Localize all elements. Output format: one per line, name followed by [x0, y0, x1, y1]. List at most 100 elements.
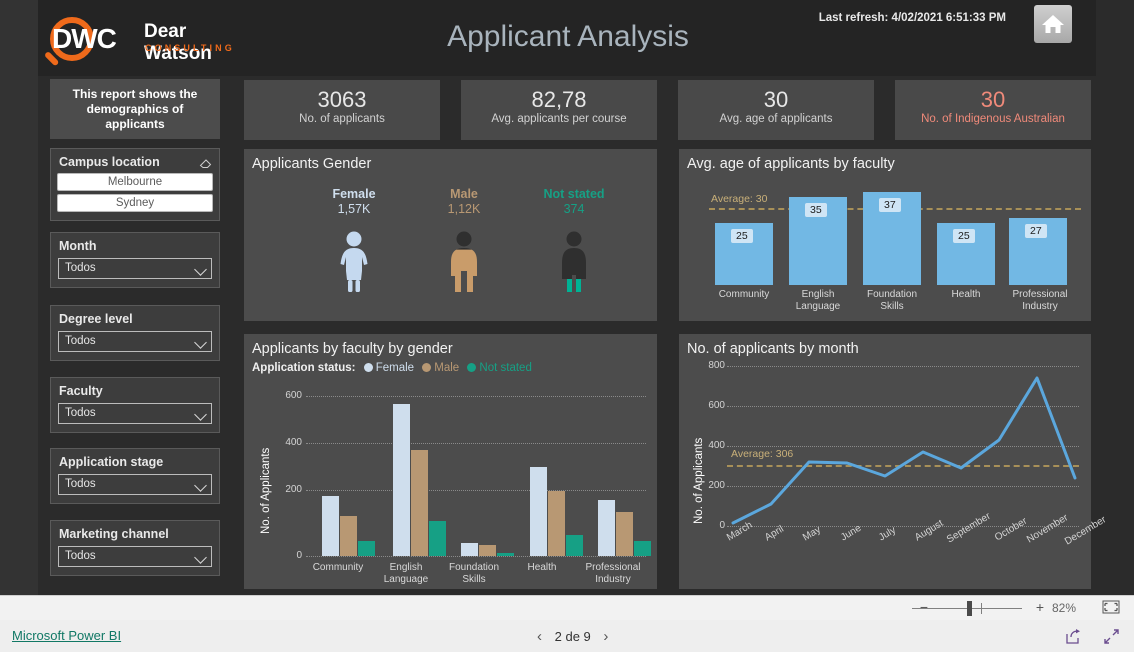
- legend-item-male[interactable]: Male: [422, 362, 462, 374]
- bar-health-female[interactable]: [530, 467, 547, 556]
- fit-to-page-icon: [1102, 600, 1120, 614]
- chevron-down-icon: [194, 408, 207, 421]
- bar-community-not-stated[interactable]: [358, 541, 375, 556]
- bar-foundation-male[interactable]: [479, 545, 496, 556]
- chevron-down-icon: [194, 551, 207, 564]
- campus-option-sydney[interactable]: Sydney: [57, 194, 213, 212]
- bar-health-not-stated[interactable]: [566, 535, 583, 556]
- slicer-marketing-channel-title: Marketing channel: [59, 527, 169, 541]
- next-page-button[interactable]: ›: [594, 628, 617, 645]
- legend: Application status: Female Male Not stat…: [252, 362, 532, 374]
- bar-professional-not-stated[interactable]: [634, 541, 651, 556]
- kpi-value: 3063: [317, 87, 367, 112]
- slicer-campus-location[interactable]: Campus location Melbourne Sydney: [50, 148, 220, 221]
- average-line-label: Average: 30: [711, 193, 768, 205]
- kpi-label: No. of Indigenous Australian: [921, 113, 1065, 125]
- page-indicator: 2 de 9: [554, 629, 591, 644]
- gridline: [306, 396, 646, 397]
- gender-value: 374: [563, 202, 585, 216]
- gridline: [306, 490, 646, 491]
- bar-professional-male[interactable]: [616, 512, 633, 556]
- gridline: [306, 556, 646, 557]
- bar-english-not-stated[interactable]: [429, 521, 446, 556]
- share-icon: [1066, 629, 1080, 644]
- kpi-value: 30: [763, 87, 789, 112]
- slicer-degree-level[interactable]: Degree level Todos: [50, 305, 220, 361]
- bar-english-male[interactable]: [411, 450, 428, 556]
- legend-item-female[interactable]: Female: [363, 362, 418, 374]
- line-series[interactable]: [727, 366, 1079, 526]
- faculty-dropdown[interactable]: Todos: [58, 403, 212, 424]
- page-navigator: ‹ 2 de 9 ›: [528, 628, 617, 645]
- marketing-channel-dropdown-value: Todos: [65, 550, 96, 562]
- bar-professional-female[interactable]: [598, 500, 615, 556]
- month-dropdown[interactable]: Todos: [58, 258, 212, 279]
- slicer-application-stage[interactable]: Application stage Todos: [50, 448, 220, 504]
- bar-value-label: 35: [805, 203, 827, 217]
- x-tick-label: Foundation Skills: [448, 562, 500, 585]
- bar-health-male[interactable]: [548, 491, 565, 556]
- share-button[interactable]: [1065, 628, 1082, 650]
- zoom-in-button[interactable]: +: [1036, 599, 1044, 615]
- bar-foundation-female[interactable]: [461, 543, 478, 556]
- legend-title: Application status:: [252, 362, 356, 374]
- campus-option-melbourne[interactable]: Melbourne: [57, 173, 213, 191]
- page-title: Applicant Analysis: [447, 20, 689, 53]
- slicer-application-stage-title: Application stage: [59, 455, 164, 469]
- report-canvas: DWC Dear Watson CONSULTING Applicant Ana…: [38, 0, 1108, 595]
- zoom-slider-thumb[interactable]: [967, 601, 972, 616]
- home-button[interactable]: [1034, 5, 1072, 43]
- kpi-card-avg-per-course[interactable]: 82,78 Avg. applicants per course: [461, 80, 657, 140]
- previous-page-button[interactable]: ‹: [528, 628, 551, 645]
- y-tick-label: 400: [708, 440, 725, 451]
- report-description: This report shows the demographics of ap…: [50, 79, 220, 139]
- kpi-card-applicants[interactable]: 3063 No. of applicants: [244, 80, 440, 140]
- gender-label: Male: [450, 187, 478, 201]
- visual-applicants-gender[interactable]: Applicants Gender Female 1,57K Male 1,12: [244, 149, 657, 321]
- slicer-month[interactable]: Month Todos: [50, 232, 220, 288]
- y-axis-title: No. of Applicants: [260, 447, 272, 534]
- gender-value: 1,12K: [447, 202, 481, 216]
- zoom-out-button[interactable]: −: [920, 599, 928, 615]
- gender-group-not-stated: Not stated 374: [519, 187, 629, 293]
- powerbi-brand-link[interactable]: Microsoft Power BI: [12, 628, 121, 643]
- canvas-right-margin: [1096, 0, 1134, 595]
- person-pictogram-not-stated: [519, 231, 629, 293]
- x-tick-label: English Language: [383, 562, 429, 585]
- status-bar: Microsoft Power BI ‹ 2 de 9 ›: [0, 620, 1134, 652]
- legend-swatch-icon: [422, 363, 432, 372]
- bar-community-female[interactable]: [322, 496, 339, 556]
- eraser-icon[interactable]: [199, 156, 212, 172]
- gender-group-female: Female 1,57K: [299, 187, 409, 293]
- kpi-label: Avg. age of applicants: [719, 113, 833, 125]
- y-tick-label: 0: [719, 520, 725, 531]
- bar-english-female[interactable]: [393, 404, 410, 556]
- bar-value-label: 25: [953, 229, 975, 243]
- powerbi-report-window: DWC Dear Watson CONSULTING Applicant Ana…: [0, 0, 1134, 652]
- zoom-level-label: 82%: [1051, 601, 1076, 615]
- visual-title: Applicants by faculty by gender: [252, 341, 453, 357]
- visual-avg-age-by-faculty[interactable]: Avg. age of applicants by faculty Averag…: [679, 149, 1091, 321]
- bar-value-label: 25: [731, 229, 753, 243]
- degree-level-dropdown[interactable]: Todos: [58, 331, 212, 352]
- legend-item-not-stated[interactable]: Not stated: [467, 362, 532, 374]
- bar-community-male[interactable]: [340, 516, 357, 556]
- filters-sidebar: This report shows the demographics of ap…: [44, 76, 240, 595]
- x-tick-label: July: [877, 524, 898, 544]
- bar-foundation-not-stated[interactable]: [497, 553, 514, 556]
- kpi-card-avg-age[interactable]: 30 Avg. age of applicants: [678, 80, 874, 140]
- marketing-channel-dropdown[interactable]: Todos: [58, 546, 212, 567]
- kpi-card-indigenous[interactable]: 30 No. of Indigenous Australian: [895, 80, 1091, 140]
- fullscreen-button[interactable]: [1103, 628, 1120, 650]
- x-tick-label: Professional Industry: [585, 562, 641, 585]
- slicer-marketing-channel[interactable]: Marketing channel Todos: [50, 520, 220, 576]
- y-tick-label: 600: [285, 390, 302, 401]
- plot-area: [306, 396, 651, 557]
- application-stage-dropdown[interactable]: Todos: [58, 474, 212, 495]
- fit-to-page-button[interactable]: [1102, 600, 1120, 619]
- visual-applicants-by-month[interactable]: No. of applicants by month No. of Applic…: [679, 334, 1108, 589]
- kpi-value: 82,78: [531, 87, 587, 112]
- visual-applicants-by-faculty-by-gender[interactable]: Applicants by faculty by gender Applicat…: [244, 334, 657, 589]
- slicer-faculty[interactable]: Faculty Todos: [50, 377, 220, 433]
- x-tick-label: Professional Industry: [1012, 289, 1068, 312]
